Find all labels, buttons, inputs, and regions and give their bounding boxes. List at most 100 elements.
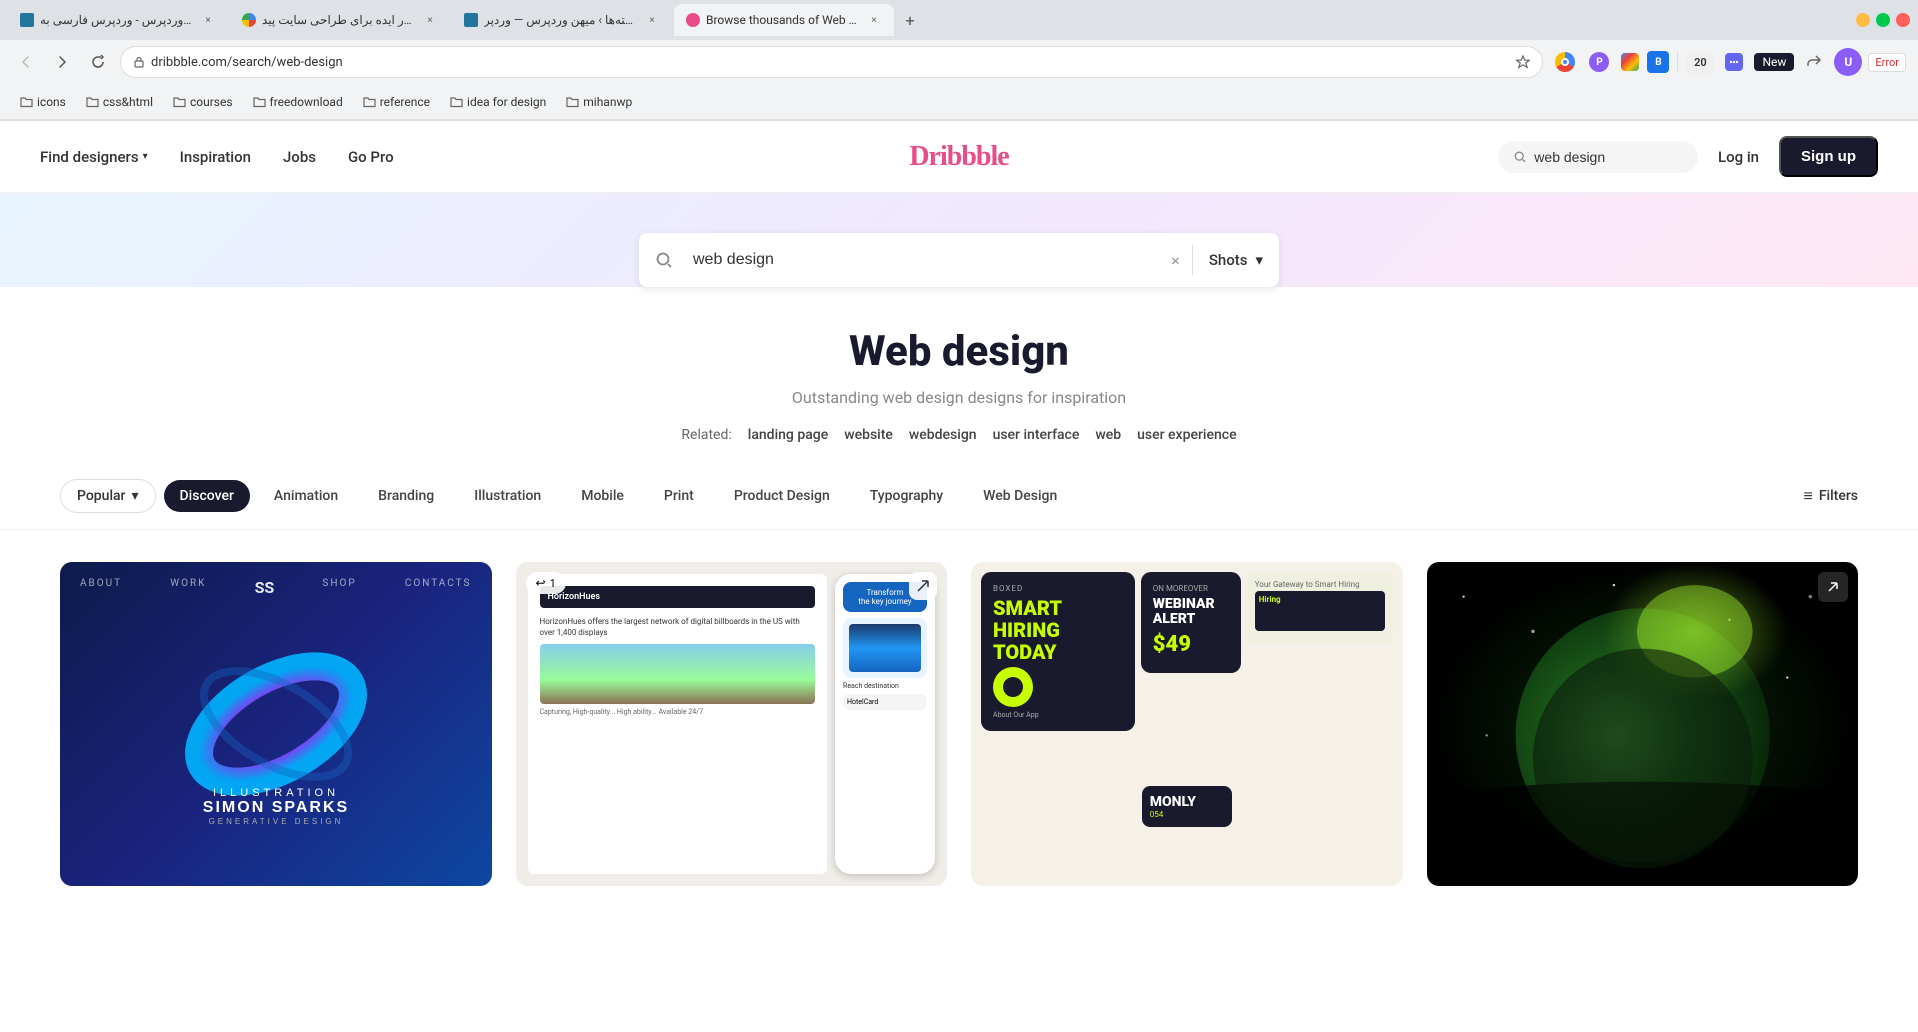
page-subtitle: Outstanding web design designs for inspi… bbox=[20, 388, 1898, 407]
shot3-webinar: ON MOREOVER WEBINARALERT $49 bbox=[1141, 572, 1241, 673]
folder-icon bbox=[450, 95, 463, 108]
share-button[interactable] bbox=[1800, 48, 1828, 76]
related-tag-user-experience[interactable]: user experience bbox=[1137, 427, 1236, 443]
signup-button[interactable]: Sign up bbox=[1779, 136, 1878, 177]
related-tag-webdesign[interactable]: webdesign bbox=[909, 427, 977, 443]
svg-text:ILLUSTRATION: ILLUSTRATION bbox=[213, 787, 339, 799]
new-badge[interactable]: New bbox=[1754, 53, 1794, 71]
filter-branding[interactable]: Branding bbox=[362, 480, 450, 512]
maximize-button[interactable] bbox=[1876, 13, 1890, 27]
tab-close-3[interactable]: × bbox=[644, 12, 660, 28]
tab-title-3: نوشته‌ها › میهن وردپرس — وردپر bbox=[484, 13, 638, 27]
tab-title-1: میهن وردپرس - وردپرس فارسی به bbox=[40, 13, 194, 27]
hero-search-icon bbox=[655, 251, 673, 269]
chevron-down-icon: ▾ bbox=[143, 151, 148, 162]
star-icon[interactable] bbox=[1516, 55, 1530, 69]
browser-tab-4[interactable]: Browse thousands of Web Des... × bbox=[674, 4, 894, 36]
shot-card-2[interactable]: HorizonHues HorizonHues offers the large… bbox=[516, 562, 948, 886]
related-tag-landing-page[interactable]: landing page bbox=[748, 427, 828, 443]
tab-bar: میهن وردپرس - وردپرس فارسی به × چطور اید… bbox=[0, 0, 1918, 40]
shot-card-3[interactable]: BOXED SMARTHIRINGTODAY About Our App ON … bbox=[971, 562, 1403, 886]
filter-print[interactable]: Print bbox=[648, 480, 710, 512]
browser-tab-3[interactable]: نوشته‌ها › میهن وردپرس — وردپر × bbox=[452, 4, 672, 36]
related-tags: Related: landing page website webdesign … bbox=[20, 427, 1898, 443]
user-avatar[interactable]: U bbox=[1834, 48, 1862, 76]
reload-button[interactable] bbox=[84, 48, 112, 76]
filter-mobile[interactable]: Mobile bbox=[565, 480, 640, 512]
hero-search-input[interactable] bbox=[673, 233, 1159, 287]
filter-product-design[interactable]: Product Design bbox=[718, 480, 846, 512]
forward-button[interactable] bbox=[48, 48, 76, 76]
nav-right: Log in Sign up bbox=[1498, 136, 1878, 177]
nav-logo[interactable]: Dribbble bbox=[909, 141, 1008, 173]
extension-badge-20[interactable]: 20 bbox=[1686, 50, 1714, 74]
nav-search-input[interactable] bbox=[1534, 149, 1682, 165]
login-button[interactable]: Log in bbox=[1718, 148, 1759, 166]
hero-search-clear-button[interactable]: × bbox=[1159, 251, 1192, 270]
tab-favicon-4 bbox=[686, 13, 700, 27]
extension-colorful[interactable] bbox=[1619, 51, 1641, 73]
shot2-mobile: Transformthe key journey Reach destinati… bbox=[835, 574, 935, 874]
folder-icon bbox=[363, 95, 376, 108]
browser-chrome: میهن وردپرس - وردپرس فارسی به × چطور اید… bbox=[0, 0, 1918, 121]
close-window-button[interactable] bbox=[1896, 13, 1910, 27]
bookmark-freedownload[interactable]: freedownload bbox=[245, 91, 351, 113]
bookmark-courses[interactable]: courses bbox=[165, 91, 241, 113]
bookmarks-bar: icons css&html courses freedownload refe… bbox=[0, 84, 1918, 120]
filters-button[interactable]: ≡ Filters bbox=[1803, 486, 1858, 506]
tab-close-4[interactable]: × bbox=[866, 12, 882, 28]
bookmark-mihanwp[interactable]: mihanwp bbox=[558, 91, 640, 113]
hero-search-type-dropdown[interactable]: Shots ▾ bbox=[1193, 251, 1279, 269]
nav-inspiration[interactable]: Inspiration bbox=[180, 148, 251, 166]
filter-typography[interactable]: Typography bbox=[854, 480, 959, 512]
shot2-action-icon[interactable] bbox=[909, 572, 937, 600]
nav-search-bar[interactable] bbox=[1498, 141, 1698, 173]
extension-blue[interactable]: B bbox=[1647, 51, 1669, 73]
chevron-down-icon: ▾ bbox=[1255, 251, 1263, 269]
chevron-down-icon: ▾ bbox=[132, 488, 139, 504]
chrome-icon-button[interactable] bbox=[1551, 48, 1579, 76]
shot2-reply-badge: ↩ 1 bbox=[526, 572, 566, 594]
filter-animation[interactable]: Animation bbox=[258, 480, 354, 512]
popular-dropdown[interactable]: Popular ▾ bbox=[60, 479, 156, 513]
navbar: Find designers ▾ Inspiration Jobs Go Pro… bbox=[0, 121, 1918, 193]
nav-left: Find designers ▾ Inspiration Jobs Go Pro bbox=[40, 148, 394, 166]
folder-icon bbox=[253, 95, 266, 108]
minimize-button[interactable] bbox=[1856, 13, 1870, 27]
related-tag-user-interface[interactable]: user interface bbox=[993, 427, 1080, 443]
folder-icon bbox=[20, 95, 33, 108]
shot-card-4[interactable] bbox=[1427, 562, 1859, 886]
bookmark-reference[interactable]: reference bbox=[355, 91, 438, 113]
filter-web-design[interactable]: Web Design bbox=[967, 480, 1073, 512]
shot1-nav: ABOUT WORK SS SHOP CONTACTS bbox=[60, 578, 492, 597]
shot-card-1[interactable]: ILLUSTRATION SIMON SPARKS GENERATIVE DES… bbox=[60, 562, 492, 886]
nav-jobs[interactable]: Jobs bbox=[283, 148, 316, 166]
filter-illustration[interactable]: Illustration bbox=[458, 480, 557, 512]
tab-title-2: چطور ایده برای طراحی سایت پید bbox=[262, 13, 416, 27]
svg-text:SIMON SPARKS: SIMON SPARKS bbox=[203, 799, 349, 816]
shot-visual-1: ILLUSTRATION SIMON SPARKS GENERATIVE DES… bbox=[166, 614, 386, 834]
tab-close-2[interactable]: × bbox=[422, 12, 438, 28]
bookmark-icons[interactable]: icons bbox=[12, 91, 74, 113]
dribbble-page: Find designers ▾ Inspiration Jobs Go Pro… bbox=[0, 121, 1918, 918]
profile-button[interactable]: P bbox=[1585, 48, 1613, 76]
extension-dots[interactable] bbox=[1720, 48, 1748, 76]
shot4-visual bbox=[1427, 562, 1859, 886]
nav-find-designers[interactable]: Find designers ▾ bbox=[40, 148, 148, 166]
shot4-link-icon[interactable] bbox=[1818, 572, 1848, 602]
related-tag-web[interactable]: web bbox=[1095, 427, 1121, 443]
back-button[interactable] bbox=[12, 48, 40, 76]
bookmark-idea-for-design[interactable]: idea for design bbox=[442, 91, 554, 113]
bookmark-csshtml[interactable]: css&html bbox=[78, 91, 161, 113]
address-bar[interactable]: dribbble.com/search/web-design bbox=[120, 46, 1543, 78]
related-tag-website[interactable]: website bbox=[844, 427, 893, 443]
error-badge[interactable]: Error bbox=[1868, 53, 1906, 72]
browser-tab-1[interactable]: میهن وردپرس - وردپرس فارسی به × bbox=[8, 4, 228, 36]
shot-inner-2: HorizonHues HorizonHues offers the large… bbox=[516, 562, 948, 886]
nav-go-pro[interactable]: Go Pro bbox=[348, 148, 394, 166]
browser-tab-2[interactable]: چطور ایده برای طراحی سایت پید × bbox=[230, 4, 450, 36]
filter-discover[interactable]: Discover bbox=[164, 480, 250, 512]
new-tab-button[interactable]: + bbox=[896, 6, 924, 34]
tab-close-1[interactable]: × bbox=[200, 12, 216, 28]
page-title: Web design bbox=[20, 327, 1898, 376]
